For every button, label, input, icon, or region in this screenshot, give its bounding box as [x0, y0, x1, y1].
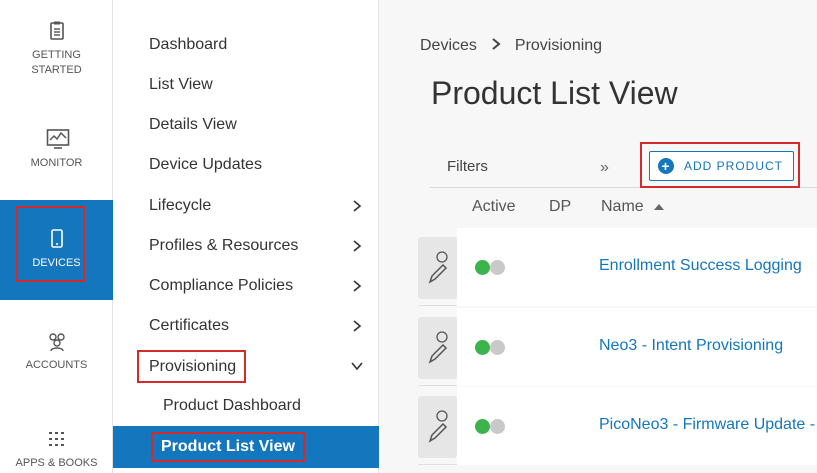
breadcrumb-current: Provisioning — [514, 37, 603, 54]
active-toggle[interactable] — [475, 419, 511, 434]
chevron-right-icon — [350, 199, 364, 213]
subnav-item-profiles-resources[interactable]: Profiles & Resources — [149, 231, 364, 261]
row-action-tool[interactable] — [418, 396, 457, 458]
highlight-box: + ADD PRODUCT — [640, 142, 800, 188]
subnav-label: Product List View — [151, 432, 305, 462]
primary-nav-rail: GETTING STARTED MONITOR DEVICES ACCOUNTS… — [0, 0, 113, 473]
sort-ascending-icon — [653, 203, 664, 210]
subnav-label: Provisioning — [137, 349, 247, 383]
toolbar: Filters » + ADD PRODUCT — [430, 142, 817, 188]
table-row[interactable]: PicoNeo3 - Firmware Update - — [418, 387, 817, 465]
people-icon — [46, 330, 68, 352]
subnav-item-lifecycle[interactable]: Lifecycle — [149, 191, 364, 221]
add-product-label: ADD PRODUCT — [684, 159, 784, 173]
row-body: Enrollment Success Logging — [457, 228, 817, 306]
subnav-item-certificates[interactable]: Certificates — [149, 311, 364, 341]
breadcrumb-devices-link[interactable]: Devices — [420, 37, 477, 55]
row-action-tool[interactable] — [418, 317, 457, 379]
column-header-dp[interactable]: DP — [549, 198, 571, 216]
subnav-label: Lifecycle — [149, 197, 212, 214]
subnav-item-compliance-policies[interactable]: Compliance Policies — [149, 271, 364, 301]
subnav-label: Details View — [149, 116, 237, 133]
nav-apps-books[interactable]: APPS & BOOKS — [0, 430, 113, 473]
search-edit-icon — [426, 251, 450, 290]
chevron-right-icon — [350, 239, 364, 253]
subnav-item-list-view[interactable]: List View — [149, 70, 364, 100]
chevron-down-icon — [350, 359, 364, 373]
product-name-link[interactable]: PicoNeo3 - Firmware Update - — [599, 416, 815, 434]
row-action-tool[interactable] — [418, 237, 457, 299]
subnav-item-details-view[interactable]: Details View — [149, 110, 364, 140]
table-header: Active DP Name — [420, 190, 817, 226]
subnav-label: Device Updates — [149, 156, 262, 173]
page-title: Product List View — [431, 75, 678, 111]
collapse-filters-icon[interactable]: » — [600, 159, 609, 177]
main-content: Devices Provisioning Product List View F… — [380, 0, 817, 473]
subnav-label: Certificates — [149, 317, 230, 334]
table-row[interactable]: Neo3 - Intent Provisioning — [418, 308, 817, 386]
nav-accounts[interactable]: ACCOUNTS — [0, 330, 113, 390]
search-edit-icon — [426, 410, 450, 449]
row-body: PicoNeo3 - Firmware Update - — [457, 387, 817, 465]
secondary-nav: Dashboard List View Details View Device … — [113, 0, 379, 473]
search-edit-icon — [426, 331, 450, 370]
nav-label: APPS & BOOKS — [15, 457, 98, 469]
active-toggle[interactable] — [475, 340, 511, 355]
nav-devices[interactable]: DEVICES — [0, 200, 113, 300]
subnav-item-provisioning[interactable]: Provisioning — [137, 349, 364, 383]
subnav-label: Profiles & Resources — [149, 237, 299, 254]
filters-button[interactable]: Filters — [447, 158, 488, 175]
subnav-label: Product Dashboard — [163, 397, 301, 414]
nav-monitor[interactable]: MONITOR — [0, 128, 113, 188]
breadcrumb-separator-icon — [491, 37, 501, 55]
nav-getting-started[interactable]: GETTING STARTED — [0, 20, 113, 100]
add-product-button[interactable]: + ADD PRODUCT — [649, 151, 794, 181]
column-header-label: Name — [601, 198, 644, 215]
product-name-link[interactable]: Enrollment Success Logging — [599, 257, 802, 275]
subnav-label: List View — [149, 76, 213, 93]
clipboard-icon — [46, 20, 68, 42]
subnav-item-product-dashboard[interactable]: Product Dashboard — [163, 397, 301, 415]
nav-label: ACCOUNTS — [25, 359, 88, 371]
plus-circle-icon: + — [658, 158, 674, 174]
highlight-box — [16, 206, 85, 282]
nav-label: MONITOR — [30, 157, 83, 169]
subnav-item-device-updates[interactable]: Device Updates — [149, 150, 364, 180]
active-toggle[interactable] — [475, 260, 511, 275]
table-row[interactable]: Enrollment Success Logging — [418, 228, 817, 306]
subnav-label: Dashboard — [149, 36, 228, 53]
column-header-name[interactable]: Name — [601, 198, 664, 216]
chevron-right-icon — [350, 279, 364, 293]
chevron-right-icon — [350, 319, 364, 333]
grid-dots-icon — [46, 430, 68, 452]
product-name-link[interactable]: Neo3 - Intent Provisioning — [599, 337, 783, 355]
subnav-label: Compliance Policies — [149, 277, 294, 294]
column-header-active[interactable]: Active — [472, 198, 516, 216]
row-body: Neo3 - Intent Provisioning — [457, 308, 817, 386]
subnav-item-product-list-view[interactable]: Product List View — [113, 426, 379, 468]
monitor-chart-icon — [46, 128, 69, 150]
breadcrumb: Devices Provisioning — [420, 37, 602, 55]
nav-label: STARTED — [31, 64, 82, 76]
subnav-item-dashboard[interactable]: Dashboard — [149, 30, 364, 60]
nav-label: GETTING — [32, 49, 81, 61]
